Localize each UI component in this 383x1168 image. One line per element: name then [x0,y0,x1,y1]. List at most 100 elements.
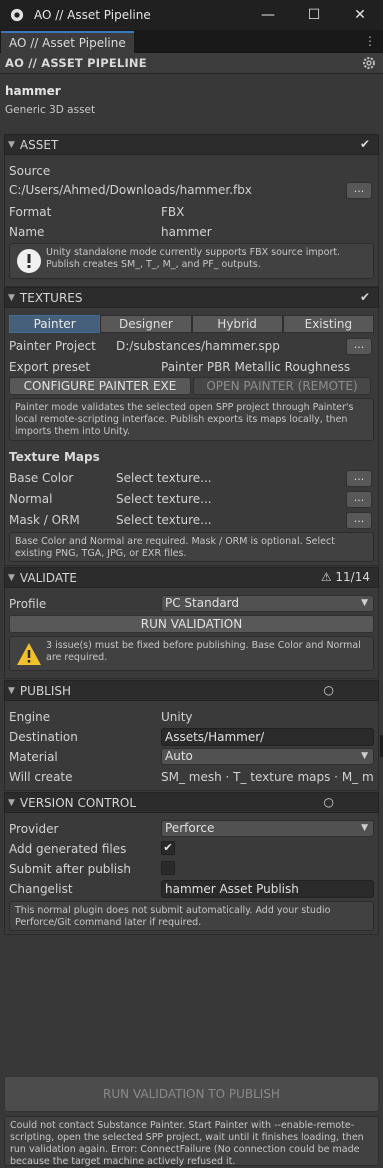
info-icon [17,249,41,273]
section-body-asset: Source C:/Users/Ahmed/Downloads/hammer.f… [4,155,379,287]
material-dropdown[interactable]: Auto ▼ [161,748,374,765]
minimize-button[interactable]: — [245,0,291,30]
chevron-down-icon: ▼ [361,598,368,608]
check-icon: ✔ [359,290,370,304]
collapse-triangle-icon: ▼ [8,139,15,150]
collapse-triangle-icon: ▼ [8,572,15,583]
section-body-validate: Profile PC Standard ▼ RUN VALIDATION 3 i… [4,588,379,679]
texture-maps-helpbox: Base Color and Normal are required. Mask… [9,532,374,562]
map-value-normal: Select texture... [116,492,212,506]
add-generated-files-checkbox[interactable]: ✔ [161,841,175,855]
tab-asset-pipeline[interactable]: AO // Asset Pipeline [1,31,134,53]
provider-label: Provider [9,822,59,836]
unity-app-icon [10,8,24,22]
warning-count-badge: ⚠ 11/14 [320,570,370,584]
format-label: Format [9,205,52,219]
mode-painter[interactable]: Painter [9,315,101,333]
collapse-triangle-icon: ▼ [8,797,15,808]
section-header-validate[interactable]: ▼ VALIDATE ⚠ 11/14 [4,567,379,588]
status-circle-icon: ○ [323,795,334,809]
section-body-textures: Painter Designer Hybrid Existing Painter… [4,308,379,566]
warning-icon [17,643,41,665]
section-header-textures[interactable]: ▼ TEXTURES ✔ [4,287,379,308]
panel-title: AO // ASSET PIPELINE [5,56,147,70]
mode-existing[interactable]: Existing [282,315,374,333]
profile-value: PC Standard [165,596,240,610]
version-control-helpbox: This normal plugin does not submit autom… [9,901,374,931]
browse-base-color-button[interactable]: ... [346,469,372,487]
profile-label: Profile [9,597,47,611]
provider-value: Perforce [165,821,215,835]
browse-mask-orm-button[interactable]: ... [346,511,372,529]
section-title-textures: TEXTURES [19,290,83,305]
browse-normal-button[interactable]: ... [346,490,372,508]
validation-warning-text: 3 issue(s) must be fixed before publishi… [46,640,361,663]
collapse-triangle-icon: ▼ [8,685,15,696]
section-title-publish: PUBLISH [19,683,72,698]
map-label-base-color: Base Color [9,471,74,485]
section-title-asset: ASSET [19,137,59,152]
painter-mode-helpbox: Painter mode validates the selected open… [9,398,374,441]
run-validation-button[interactable]: RUN VALIDATION [9,615,374,633]
material-label: Material [9,750,58,764]
texture-mode-selector: Painter Designer Hybrid Existing [9,315,374,333]
map-value-base-color: Select texture... [116,471,212,485]
profile-dropdown[interactable]: PC Standard ▼ [161,595,374,612]
window-title: AO // Asset Pipeline [34,8,151,22]
map-label-mask-orm: Mask / ORM [9,513,80,527]
collapse-triangle-icon: ▼ [8,292,15,303]
check-icon: ✔ [359,137,370,151]
error-box: Could not contact Substance Painter. Sta… [4,1116,379,1167]
close-button[interactable]: ✕ [337,0,383,30]
section-title-validate: VALIDATE [19,570,78,585]
asset-description: Generic 3D asset [5,104,96,116]
gear-icon[interactable] [361,55,377,71]
export-preset-value: Painter PBR Metallic Roughness [161,360,351,374]
section-title-version-control: VERSION CONTROL [19,795,137,810]
browse-source-button[interactable]: ... [346,181,372,199]
destination-label: Destination [9,730,78,744]
section-header-publish[interactable]: ▼ PUBLISH ○ [4,680,379,701]
will-create-value: SM_ mesh · T_ texture maps · M_ mate [161,770,374,784]
section-body-publish: Engine Unity Destination Assets/Hammer/ … [4,701,379,791]
panel-toolbar: AO // ASSET PIPELINE [0,53,383,74]
validation-warning-box: 3 issue(s) must be fixed before publishi… [9,636,374,671]
source-path: C:/Users/Ahmed/Downloads/hammer.fbx [9,183,252,197]
export-preset-label: Export preset [9,360,91,374]
name-value: hammer [161,225,212,239]
painter-project-label: Painter Project [9,339,96,353]
checkmark-icon: ✔ [163,841,173,854]
submit-after-publish-checkbox[interactable] [161,861,175,875]
map-value-mask-orm: Select texture... [116,513,212,527]
tab-strip: AO // Asset Pipeline ⋮ [0,30,383,53]
source-label: Source [9,164,51,178]
painter-project-value: D:/substances/hammer.spp [116,339,280,353]
texture-maps-help-text: Base Color and Normal are required. Mask… [15,536,335,559]
texture-maps-title: Texture Maps [9,450,100,464]
add-generated-files-label: Add generated files [9,842,127,856]
changelist-field[interactable]: hammer Asset Publish [161,880,374,898]
tab-menu-icon[interactable]: ⋮ [364,34,376,48]
maximize-button[interactable]: ☐ [291,0,337,30]
section-header-asset[interactable]: ▼ ASSET ✔ [4,134,379,155]
chevron-down-icon: ▼ [361,823,368,833]
version-control-help-text: This normal plugin does not submit autom… [15,905,331,928]
section-header-version-control[interactable]: ▼ VERSION CONTROL ○ [4,792,379,813]
format-value: FBX [161,205,185,219]
provider-dropdown[interactable]: Perforce ▼ [161,820,374,837]
mode-hybrid[interactable]: Hybrid [191,315,283,333]
name-label: Name [9,225,45,239]
mode-designer[interactable]: Designer [100,315,192,333]
engine-value: Unity [161,710,193,724]
will-create-label: Will create [9,770,73,784]
browse-project-button[interactable]: ... [346,337,372,355]
asset-name: hammer [5,84,61,98]
publish-button[interactable]: RUN VALIDATION TO PUBLISH [4,1076,379,1112]
engine-label: Engine [9,710,51,724]
error-text: Could not contact Substance Painter. Sta… [10,1120,364,1167]
open-painter-button[interactable]: OPEN PAINTER (REMOTE) [193,377,371,395]
changelist-label: Changelist [9,882,73,896]
configure-painter-button[interactable]: CONFIGURE PAINTER EXE [9,377,191,395]
destination-field[interactable]: Assets/Hammer/ [161,728,374,746]
submit-after-publish-label: Submit after publish [9,862,131,876]
